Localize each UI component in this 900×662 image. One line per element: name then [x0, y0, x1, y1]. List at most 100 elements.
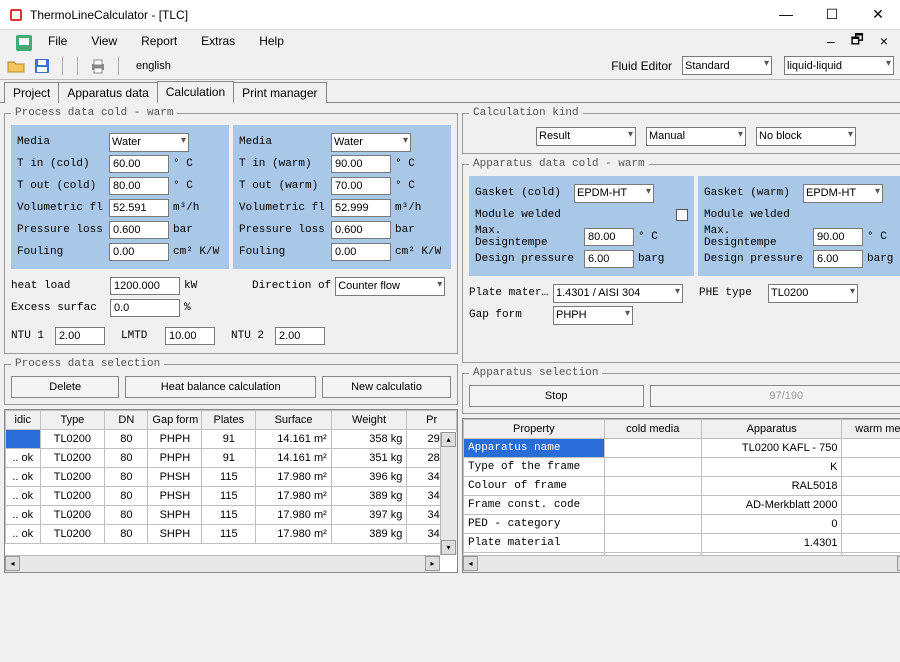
- apparatus-data-fieldset: Apparatus data cold - warm Gasket (cold)…: [462, 158, 900, 363]
- table1-header[interactable]: Type: [40, 411, 105, 430]
- minimize-button[interactable]: —: [772, 6, 800, 23]
- excess-input[interactable]: [110, 299, 180, 317]
- mdi-minimize-button[interactable]: –: [821, 33, 841, 49]
- manual-select[interactable]: Manual: [646, 127, 746, 146]
- ntu2-input[interactable]: [275, 327, 325, 345]
- warm-dp-unit: barg: [867, 253, 900, 265]
- table1-header[interactable]: Plates: [202, 411, 256, 430]
- cold-maxt-input[interactable]: [584, 228, 634, 246]
- menu-report[interactable]: Report: [131, 32, 187, 50]
- close-button[interactable]: ✕: [864, 6, 892, 23]
- cold-dp-input[interactable]: [584, 250, 634, 268]
- table-row[interactable]: Apparatus nameTL0200 KAFL - 750: [464, 439, 900, 458]
- table-row[interactable]: .. okTL020080PHPH9114.161 m²351 kg2883: [6, 449, 457, 468]
- warm-tout-unit: ° C: [395, 180, 445, 192]
- cold-media-select[interactable]: Water: [109, 133, 189, 152]
- apparatus-selection-legend: Apparatus selection: [469, 367, 602, 379]
- warm-tin-input[interactable]: [331, 155, 391, 173]
- print-icon[interactable]: [88, 56, 108, 76]
- cold-ploss-label: Pressure loss: [17, 224, 105, 236]
- warm-media-select[interactable]: Water: [331, 133, 411, 152]
- table2-header[interactable]: Apparatus: [701, 420, 842, 439]
- language-selector[interactable]: english: [129, 57, 207, 75]
- warm-foul-input[interactable]: [331, 243, 391, 261]
- warm-gasket-select[interactable]: EPDM-HT: [803, 184, 883, 203]
- table-row[interactable]: .. okTL020080PHSH11517.980 m²389 kg3448: [6, 487, 457, 506]
- table1-header[interactable]: Surface: [256, 411, 332, 430]
- gap-form-select[interactable]: PHPH: [553, 306, 633, 325]
- process-table[interactable]: idicTypeDNGap formPlatesSurfaceWeightPr …: [4, 409, 458, 573]
- tab-project[interactable]: Project: [4, 82, 59, 103]
- titlebar: ThermoLineCalculator - [TLC] — ☐ ✕: [0, 0, 900, 30]
- table-row[interactable]: Colour of frameRAL5018: [464, 477, 900, 496]
- cold-tin-input[interactable]: [109, 155, 169, 173]
- maximize-button[interactable]: ☐: [818, 6, 846, 23]
- table1-header[interactable]: Weight: [331, 411, 407, 430]
- mdi-close-button[interactable]: ×: [874, 33, 894, 49]
- new-calculation-button[interactable]: New calculatio: [322, 376, 451, 398]
- warm-maxt-input[interactable]: [813, 228, 863, 246]
- plate-material-select[interactable]: 1.4301 / AISI 304: [553, 284, 683, 303]
- cold-vol-input[interactable]: [109, 199, 169, 217]
- cold-module-checkbox[interactable]: [676, 209, 688, 221]
- table-row[interactable]: .. okTL020080SHPH11517.980 m²397 kg3492: [6, 506, 457, 525]
- apparatus-table[interactable]: Propertycold mediaApparatuswarm media Ap…: [462, 418, 900, 573]
- warm-dp-input[interactable]: [813, 250, 863, 268]
- warm-tin-label: T in (warm): [239, 158, 327, 170]
- table-row[interactable]: Plate material1.4301: [464, 534, 900, 553]
- warm-ploss-input[interactable]: [331, 221, 391, 239]
- table1-header[interactable]: DN: [105, 411, 148, 430]
- warm-tout-label: T out (warm): [239, 180, 327, 192]
- table1-header[interactable]: Pr: [407, 411, 457, 430]
- cold-foul-input[interactable]: [109, 243, 169, 261]
- menu-help[interactable]: Help: [249, 32, 294, 50]
- table-row[interactable]: Type of the frameK: [464, 458, 900, 477]
- table2-header[interactable]: cold media: [604, 420, 701, 439]
- table2-hscrollbar[interactable]: ◂▸: [463, 555, 900, 572]
- open-icon[interactable]: [6, 56, 26, 76]
- result-select[interactable]: Result: [536, 127, 636, 146]
- cold-tout-unit: ° C: [173, 180, 223, 192]
- table-row[interactable]: .. okTL020080SHPH11517.980 m²389 kg3450: [6, 525, 457, 544]
- table-row[interactable]: .. okTL020080PHSH11517.980 m²396 kg3490: [6, 468, 457, 487]
- menu-extras[interactable]: Extras: [191, 32, 245, 50]
- heat-load-unit: kW: [184, 280, 234, 292]
- tab-calculation[interactable]: Calculation: [157, 81, 234, 103]
- table2-header[interactable]: warm media: [842, 420, 900, 439]
- table-row[interactable]: TL020080PHPH9114.161 m²358 kg2925: [6, 430, 457, 449]
- warm-foul-unit: cm² K/W: [395, 246, 445, 258]
- cold-ploss-input[interactable]: [109, 221, 169, 239]
- table2-header[interactable]: Property: [464, 420, 605, 439]
- mdi-restore-button[interactable]: 🗗: [845, 29, 870, 53]
- table-row[interactable]: PED - category0: [464, 515, 900, 534]
- ntu1-label: NTU 1: [11, 330, 51, 342]
- save-icon[interactable]: [32, 56, 52, 76]
- warm-vol-input[interactable]: [331, 199, 391, 217]
- stop-button[interactable]: Stop: [469, 385, 644, 407]
- tab-print-manager[interactable]: Print manager: [233, 82, 326, 103]
- fluid-liquid-select[interactable]: liquid-liquid: [784, 56, 894, 75]
- delete-button[interactable]: Delete: [11, 376, 119, 398]
- table1-hscrollbar[interactable]: ◂▸: [5, 555, 440, 572]
- ntu1-input[interactable]: [55, 327, 105, 345]
- cold-foul-unit: cm² K/W: [173, 246, 223, 258]
- lmtd-input[interactable]: [165, 327, 215, 345]
- menu-view[interactable]: View: [81, 32, 127, 50]
- warm-media-label: Media: [239, 136, 327, 148]
- tab-apparatus[interactable]: Apparatus data: [58, 82, 157, 103]
- cold-tout-input[interactable]: [109, 177, 169, 195]
- direction-select[interactable]: Counter flow: [335, 277, 445, 296]
- table1-vscrollbar[interactable]: ▴▾: [440, 432, 457, 555]
- cold-gasket-select[interactable]: EPDM-HT: [574, 184, 654, 203]
- menu-file[interactable]: File: [38, 32, 77, 50]
- phe-type-select[interactable]: TL0200: [768, 284, 858, 303]
- table1-header[interactable]: Gap form: [148, 411, 202, 430]
- table1-header[interactable]: idic: [6, 411, 41, 430]
- warm-tout-input[interactable]: [331, 177, 391, 195]
- noblock-select[interactable]: No block: [756, 127, 856, 146]
- heat-balance-button[interactable]: Heat balance calculation: [125, 376, 316, 398]
- fluid-standard-select[interactable]: Standard: [682, 56, 772, 75]
- table-row[interactable]: Frame const. codeAD-Merkblatt 2000: [464, 496, 900, 515]
- heat-load-input[interactable]: [110, 277, 180, 295]
- cold-maxt-label: Max. Designtempe: [475, 225, 580, 249]
